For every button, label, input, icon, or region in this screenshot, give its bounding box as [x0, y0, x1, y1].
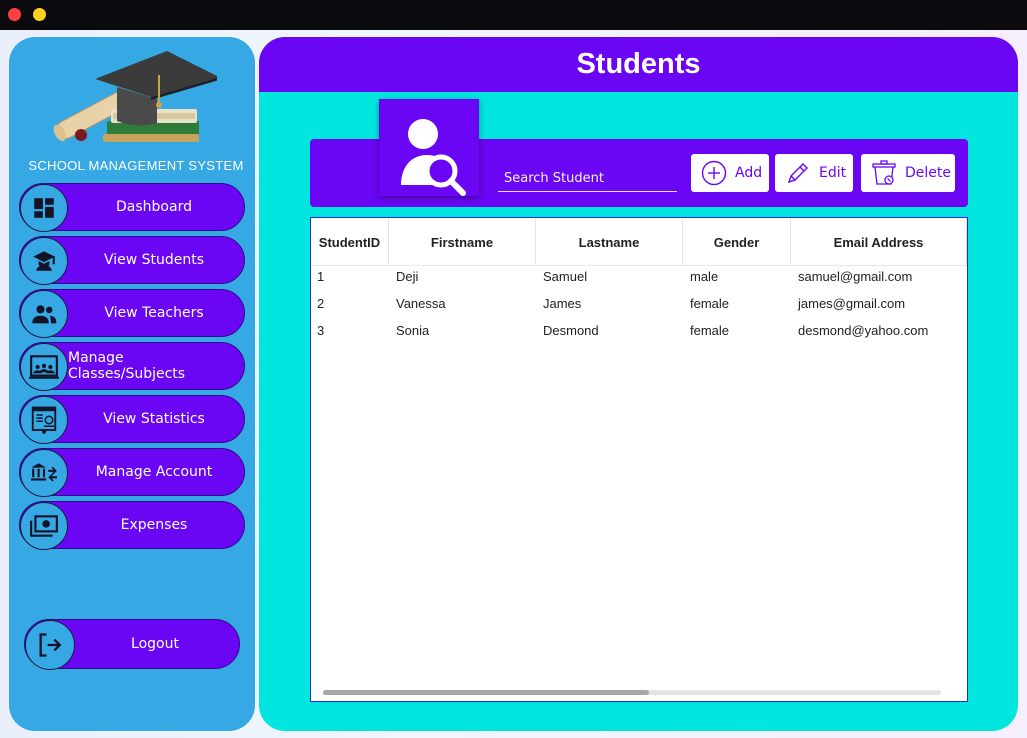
logout-button[interactable]: Logout [24, 619, 240, 670]
money-icon [20, 502, 68, 550]
nav-expenses-label: Expenses [120, 517, 188, 533]
dashboard-icon [20, 184, 68, 232]
edit-button-label: Edit [819, 165, 847, 181]
nav-view-statistics-label: View Statistics [103, 411, 205, 427]
report-icon [20, 396, 68, 444]
column-header-studentid[interactable]: StudentID [311, 218, 389, 266]
students-table[interactable]: StudentID Firstname Lastname Gender Emai… [310, 217, 968, 702]
student-search-icon [379, 99, 479, 196]
cell-lastname: Desmond [543, 323, 599, 338]
add-icon [701, 160, 727, 186]
nav-manage-classes[interactable]: Manage Classes/Subjects [19, 342, 245, 391]
graduation-logo [53, 51, 217, 142]
nav-manage-account-label: Manage Account [95, 464, 213, 480]
people-icon [20, 290, 68, 338]
cell-lastname: Samuel [543, 269, 588, 284]
cell-email: samuel@gmail.com [798, 269, 913, 284]
cell-firstname: Vanessa [396, 296, 446, 311]
bank-transfer-icon [20, 449, 68, 497]
app-brand: SCHOOL MANAGEMENT SYSTEM [28, 158, 244, 173]
title-bar [0, 0, 1027, 30]
column-header-firstname[interactable]: Firstname [389, 218, 536, 266]
cell-studentid: 1 [317, 269, 325, 284]
cell-studentid: 2 [317, 296, 325, 311]
add-button[interactable]: Add [691, 154, 769, 192]
cell-email: james@gmail.com [798, 296, 906, 311]
delete-button-label: Delete [905, 165, 951, 181]
column-header-email[interactable]: Email Address [791, 218, 967, 266]
nav-view-statistics[interactable]: View Statistics [19, 395, 245, 444]
cell-firstname: Sonia [396, 323, 430, 338]
cell-firstname: Deji [396, 269, 419, 284]
page-header: Students [259, 37, 1018, 92]
nav-manage-account[interactable]: Manage Account [19, 448, 245, 497]
logout-label: Logout [131, 636, 179, 652]
close-window-button[interactable] [8, 8, 21, 21]
cell-gender: male [690, 269, 719, 284]
search-student-input[interactable] [498, 161, 677, 192]
page-title: Students [576, 48, 701, 80]
nav-view-students-label: View Students [103, 252, 205, 268]
cell-studentid: 3 [317, 323, 325, 338]
pencil-icon [787, 163, 808, 184]
main-panel: Students Add Edit Delete StudentID First… [259, 37, 1018, 731]
horizontal-scrollbar[interactable] [323, 690, 941, 695]
trash-icon [872, 160, 896, 185]
table-header: StudentID Firstname Lastname Gender Emai… [311, 218, 967, 266]
graduate-icon [20, 237, 68, 285]
column-header-gender[interactable]: Gender [683, 218, 791, 266]
delete-button[interactable]: Delete [861, 154, 955, 192]
scrollbar-thumb[interactable] [323, 690, 649, 695]
cell-email: desmond@yahoo.com [798, 323, 929, 338]
sidebar: SCHOOL MANAGEMENT SYSTEM Dashboard View … [9, 37, 255, 731]
classroom-icon [20, 343, 68, 391]
nav-view-teachers-label: View Teachers [104, 305, 204, 321]
edit-button[interactable]: Edit [775, 154, 853, 192]
minimize-window-button[interactable] [33, 8, 46, 21]
nav-view-students[interactable]: View Students [19, 236, 245, 285]
logout-icon [25, 620, 75, 670]
nav-dashboard-label: Dashboard [116, 199, 192, 215]
cell-lastname: James [543, 296, 582, 311]
nav-manage-classes-label: Manage Classes/Subjects [68, 350, 186, 382]
nav-expenses[interactable]: Expenses [19, 501, 245, 550]
cell-gender: female [690, 323, 730, 338]
nav-view-teachers[interactable]: View Teachers [19, 289, 245, 338]
add-button-label: Add [735, 165, 763, 181]
cell-gender: female [690, 296, 730, 311]
column-header-lastname[interactable]: Lastname [536, 218, 683, 266]
nav-dashboard[interactable]: Dashboard [19, 183, 245, 232]
